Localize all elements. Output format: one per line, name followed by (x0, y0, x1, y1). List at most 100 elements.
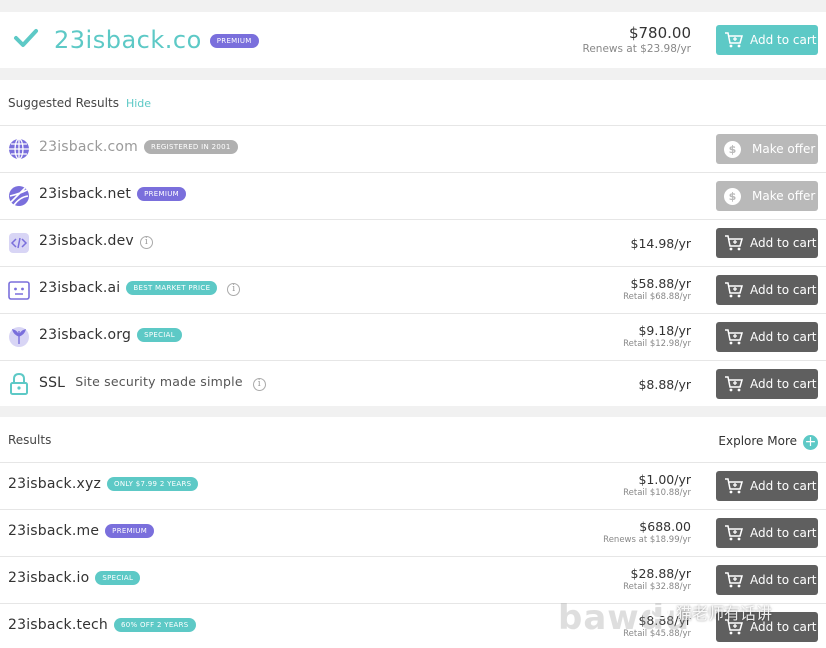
add-to-cart-button[interactable]: Add to cart (716, 228, 818, 258)
domain-price: $14.98/yr (631, 236, 692, 251)
button-label: Make offer (752, 189, 816, 203)
domain-price: $1.00/yr Retail $10.88/yr (623, 472, 691, 498)
ssl-row: SSL Site security made simple i $8.88/yr A… (0, 360, 826, 407)
domain-price: $58.88/yr Retail $68.88/yr (623, 276, 691, 302)
premium-badge: PREMIUM (137, 187, 186, 201)
explore-more-link[interactable]: Explore More + (718, 432, 818, 450)
special-badge: SPECIAL (137, 328, 182, 342)
cart-icon (725, 478, 743, 494)
price-renews: Renews at $18.99/yr (603, 535, 691, 545)
cart-icon (725, 282, 743, 298)
selected-domain-name: 23isback.co PREMIUM (54, 26, 259, 54)
button-label: Add to cart (750, 526, 817, 540)
button-label: Add to cart (750, 479, 817, 493)
add-to-cart-button[interactable]: Add to cart (716, 565, 818, 595)
domain-name: 23isback.ai BEST MARKET PRICE i (39, 280, 241, 296)
cart-icon (725, 619, 743, 635)
add-to-cart-button[interactable]: Add to cart (716, 471, 818, 501)
domain-name: 23isback.net PREMIUM (39, 186, 186, 202)
hide-link[interactable]: Hide (126, 97, 151, 110)
premium-badge: PREMIUM (105, 524, 155, 538)
make-offer-button[interactable]: $ Make offer (716, 181, 818, 211)
cart-icon (725, 329, 743, 345)
suggested-results-section: Suggested Results Hide 23isback.com REGIST… (0, 80, 826, 406)
ssl-price: $8.88/yr (638, 377, 691, 392)
button-label: Add to cart (750, 33, 817, 47)
add-to-cart-button[interactable]: Add to cart (716, 275, 818, 305)
section-header: Suggested Results Hide (8, 96, 151, 110)
price-main: $8.88/yr (638, 377, 691, 392)
domain-text: 23isback.tech (8, 617, 108, 633)
domain-name: 23isback.xyz ONLY $7.99 2 YEARS (8, 476, 199, 492)
section-title: Suggested Results (8, 96, 119, 110)
results-section: Results Explore More + 23isback.xyz ONLY … (0, 417, 826, 648)
domain-text: 23isback.me (8, 523, 100, 539)
dollar-icon: $ (724, 187, 741, 205)
org-icon (9, 327, 29, 347)
selected-domain-text: 23isback.co (54, 26, 202, 54)
domain-row-xyz: 23isback.xyz ONLY $7.99 2 YEARS $1.00/yr … (0, 462, 826, 509)
domain-name: 23isback.dev i (39, 233, 153, 249)
ssl-tagline: Site security made simple (75, 374, 243, 389)
domain-text: 23isback.io (8, 570, 90, 586)
domain-price: $9.18/yr Retail $12.98/yr (623, 323, 691, 349)
info-icon[interactable]: i (252, 378, 266, 391)
domain-text: 23isback.com (39, 139, 139, 155)
info-icon[interactable]: i (139, 236, 153, 249)
domain-name: 23isback.tech 60% OFF 2 YEARS (8, 617, 196, 633)
ssl-text: SSL (39, 375, 66, 391)
add-to-cart-button[interactable]: Add to cart (716, 369, 818, 399)
button-label: Add to cart (750, 620, 817, 634)
special-badge: SPECIAL (95, 571, 141, 585)
cart-icon (725, 525, 743, 541)
domain-name: 23isback.com REGISTERED IN 2001 (39, 139, 238, 155)
price-main: $58.88/yr (630, 276, 692, 291)
domain-name: 23isback.me PREMIUM (8, 523, 155, 539)
domain-price: $688.00 Renews at $18.99/yr (603, 519, 691, 545)
ssl-name: SSL Site security made simple i (39, 374, 266, 391)
price-main: $14.98/yr (630, 236, 692, 251)
selected-domain-price: $780.00 Renews at $23.98/yr (583, 24, 692, 55)
price-renews: Renews at $23.98/yr (582, 43, 692, 55)
net-icon (9, 186, 29, 206)
price-main: $1.00/yr (638, 472, 691, 487)
add-to-cart-button[interactable]: Add to cart (716, 612, 818, 642)
info-icon[interactable]: i (227, 283, 241, 296)
make-offer-button[interactable]: $ Make offer (716, 134, 818, 164)
best-price-badge: BEST MARKET PRICE (126, 281, 218, 295)
add-to-cart-button[interactable]: Add to cart (716, 25, 818, 55)
domain-row-ai: 23isback.ai BEST MARKET PRICE i $58.88/yr … (0, 266, 826, 313)
domain-text: 23isback.ai (39, 280, 121, 296)
plus-icon: + (803, 434, 818, 450)
cart-icon (725, 376, 743, 392)
promo-badge: ONLY $7.99 2 YEARS (107, 477, 199, 491)
price-main: $9.18/yr (638, 323, 691, 338)
domain-name: 23isback.io SPECIAL (8, 570, 141, 586)
globe-icon (9, 138, 29, 160)
domain-text: 23isback.dev (39, 233, 134, 249)
domain-row-net: 23isback.net PREMIUM $ Make offer (0, 172, 826, 219)
domain-text: 23isback.org (39, 327, 132, 343)
domain-text: 23isback.net (39, 186, 132, 202)
code-icon (9, 233, 29, 253)
robot-icon (8, 281, 30, 300)
add-to-cart-button[interactable]: Add to cart (716, 322, 818, 352)
price-retail: Retail $45.88/yr (623, 629, 691, 639)
price-main: $780.00 (628, 24, 691, 42)
add-to-cart-button[interactable]: Add to cart (716, 518, 818, 548)
price-retail: Retail $32.88/yr (623, 582, 691, 592)
lock-icon (10, 373, 28, 395)
explore-more-label: Explore More (718, 434, 797, 448)
premium-badge: PREMIUM (209, 34, 259, 48)
domain-row-io: 23isback.io SPECIAL $28.88/yr Retail $32.… (0, 556, 826, 603)
domain-price: $8.88/yr Retail $45.88/yr (623, 613, 691, 639)
price-main: $28.88/yr (630, 566, 692, 581)
check-icon (14, 29, 38, 47)
domain-price: $28.88/yr Retail $32.88/yr (623, 566, 691, 592)
price-retail: Retail $68.88/yr (623, 292, 691, 302)
cart-icon (725, 32, 743, 48)
button-label: Add to cart (750, 377, 817, 391)
price-retail: Retail $10.88/yr (623, 488, 691, 498)
promo-badge: 60% OFF 2 YEARS (114, 618, 196, 632)
button-label: Make offer (752, 142, 816, 156)
